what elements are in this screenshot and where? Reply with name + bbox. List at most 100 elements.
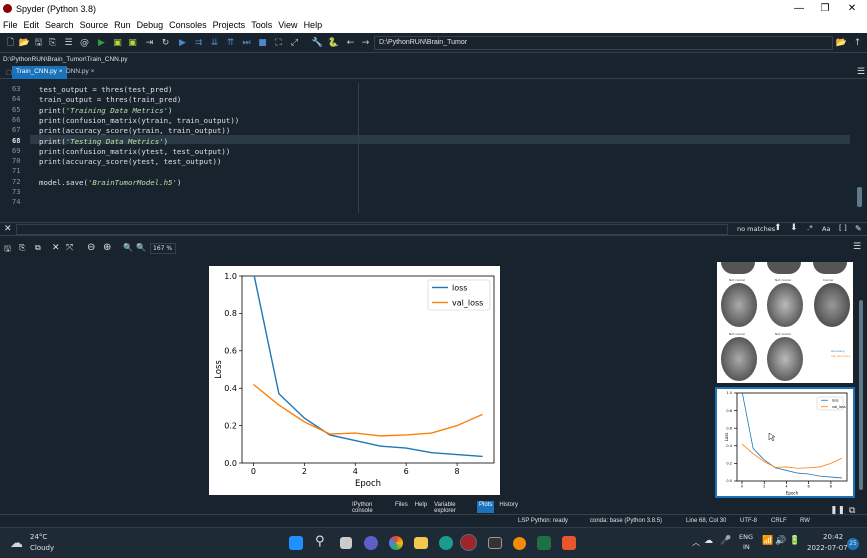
close-find-icon[interactable]: ✕	[4, 224, 12, 234]
search-icon[interactable]: ⚲	[315, 534, 325, 549]
tab-files[interactable]: Files	[393, 501, 410, 513]
back-arrow-icon[interactable]: ←	[345, 37, 356, 48]
run-icon[interactable]: ▶	[96, 37, 107, 48]
edge-browser-icon[interactable]	[439, 536, 453, 550]
menu-view[interactable]: View	[275, 20, 300, 30]
next-plot-icon[interactable]: ⊕	[103, 242, 111, 253]
tab-close-icon[interactable]: ×	[91, 68, 95, 75]
maximize-pane-icon[interactable]: ⛶	[273, 37, 284, 48]
save-icon[interactable]: 🖫	[33, 37, 44, 48]
editor-options-icon[interactable]: ☰	[853, 64, 867, 77]
copy-plot-icon[interactable]: ⧉	[35, 243, 41, 253]
find-input[interactable]	[16, 224, 728, 235]
preferences-icon[interactable]: 🔧	[312, 37, 323, 48]
plots-options-icon[interactable]: ☰	[853, 242, 861, 252]
new-file-icon[interactable]: 🗋	[5, 37, 16, 48]
highlight-icon[interactable]: ✎	[855, 224, 862, 233]
menu-tools[interactable]: Tools	[248, 20, 275, 30]
run-cell-advance-icon[interactable]: ▣	[127, 37, 138, 48]
at-icon[interactable]: @	[79, 37, 90, 48]
tab-ipython-console[interactable]: IPython console	[350, 501, 390, 514]
tab-dnn[interactable]: DNN.py ×	[62, 66, 98, 79]
battery-icon[interactable]: 🔋	[789, 536, 800, 546]
thumbnail-loss-plot[interactable]: 0 2 4 6 8 0.0 0.2 0.4 0.6 0.8 1.0 Epoch Loss loss val_…	[715, 387, 855, 498]
clock-date[interactable]: 2022-07-07	[807, 544, 848, 552]
menu-projects[interactable]: Projects	[210, 20, 249, 30]
tab-history[interactable]: History	[497, 501, 520, 513]
editor-scrollbar[interactable]	[857, 187, 862, 207]
spyder-taskbar-icon[interactable]	[460, 534, 477, 551]
run-selection-icon[interactable]: ⇥	[144, 37, 155, 48]
rerun-icon[interactable]: ↻	[160, 37, 171, 48]
case-sensitive-toggle[interactable]: Aa	[822, 225, 830, 233]
previous-plot-icon[interactable]: ⊖	[87, 242, 95, 253]
whole-word-icon[interactable]: [ ]	[839, 224, 847, 232]
find-next-icon[interactable]: ⬇	[790, 223, 798, 233]
menu-file[interactable]: File	[0, 20, 21, 30]
menu-consoles[interactable]: Consoles	[166, 20, 210, 30]
working-directory-input[interactable]: D:\PythonRUN\Brain_Tumor	[374, 36, 833, 50]
step-return-icon[interactable]: ⇈	[225, 37, 236, 48]
close-button[interactable]: ✕	[837, 0, 867, 17]
cloud-weather-icon[interactable]: ☁	[10, 536, 23, 551]
save-all-plots-icon[interactable]: ⎘	[19, 243, 25, 253]
step-icon[interactable]: ⇉	[193, 37, 204, 48]
teams-chat-icon[interactable]	[364, 536, 378, 550]
powerpoint-icon[interactable]	[562, 536, 576, 550]
terminal-icon[interactable]	[488, 537, 502, 549]
debug-icon[interactable]: ▶	[177, 37, 188, 48]
remove-plot-icon[interactable]: ✕	[52, 243, 60, 253]
remove-all-plots-icon[interactable]: ⤧	[66, 243, 73, 253]
fullscreen-icon[interactable]: ⤢	[289, 37, 300, 48]
region-indicator[interactable]: IN	[743, 543, 750, 551]
zoom-out-icon[interactable]: 🔍	[123, 243, 133, 252]
menu-source[interactable]: Source	[77, 20, 112, 30]
save-all-icon[interactable]: ⎘	[47, 37, 58, 48]
zoom-in-icon[interactable]: 🔍	[136, 243, 146, 252]
show-hidden-icons[interactable]: ︿	[692, 537, 700, 548]
menu-help[interactable]: Help	[301, 20, 326, 30]
clock-time[interactable]: 20:42	[823, 533, 843, 541]
volume-icon[interactable]: 🔊	[775, 536, 786, 546]
task-view-icon[interactable]	[340, 537, 352, 549]
jupyter-icon[interactable]	[513, 537, 526, 550]
parent-dir-icon[interactable]: ↑	[852, 37, 863, 48]
x-tick-label: 0	[251, 467, 256, 476]
tab-variable-explorer[interactable]: Variable explorer	[432, 501, 474, 514]
menu-run[interactable]: Run	[111, 20, 134, 30]
tab-plots[interactable]: Plots	[476, 501, 495, 513]
excel-icon[interactable]	[537, 536, 551, 550]
thumbnails-scrollbar[interactable]	[859, 300, 863, 490]
find-previous-icon[interactable]: ⬆	[774, 223, 782, 233]
open-file-icon[interactable]: 📂	[19, 37, 30, 48]
notification-badge[interactable]: 25	[847, 538, 859, 550]
file-explorer-icon[interactable]	[414, 537, 428, 549]
maximize-button[interactable]: ❐	[810, 0, 840, 17]
tab-train-cnn[interactable]: Train_CNN.py ×	[12, 66, 67, 79]
code-editor[interactable]: 63 test_output = thres(test_pred) 64 train_…	[0, 79, 867, 215]
forward-arrow-icon[interactable]: →	[360, 37, 371, 48]
continue-icon[interactable]: ⏭	[241, 37, 252, 48]
menu-debug[interactable]: Debug	[134, 20, 167, 30]
step-into-icon[interactable]: ⇊	[209, 37, 220, 48]
chrome-icon[interactable]	[389, 536, 403, 550]
menu-edit[interactable]: Edit	[21, 20, 43, 30]
save-plot-icon[interactable]: 🖫	[4, 243, 11, 257]
windows-start-icon[interactable]	[289, 536, 303, 550]
browse-folder-icon[interactable]: 📂	[836, 37, 847, 48]
tab-help[interactable]: Help	[413, 501, 429, 513]
stop-debug-icon[interactable]: ■	[257, 37, 268, 48]
language-indicator[interactable]: ENG	[739, 533, 753, 541]
thumbnail-mri-grid[interactable]: Not cancer Not cancer Cancer Not cancer …	[717, 262, 853, 383]
onedrive-icon[interactable]: ☁	[704, 536, 713, 546]
menu-search[interactable]: Search	[42, 20, 77, 30]
regex-icon[interactable]: .*	[807, 224, 813, 232]
microphone-icon[interactable]: 🎤	[720, 536, 731, 546]
wifi-icon[interactable]: 📶	[762, 536, 773, 546]
weather-temp[interactable]: 24°C	[30, 533, 47, 541]
list-icon[interactable]: ☰	[63, 37, 74, 48]
weather-status[interactable]: Cloudy	[30, 544, 54, 552]
python-path-icon[interactable]: 🐍	[328, 37, 339, 48]
run-cell-icon[interactable]: ▣	[112, 37, 123, 48]
zoom-level[interactable]: 167 %	[150, 243, 176, 254]
